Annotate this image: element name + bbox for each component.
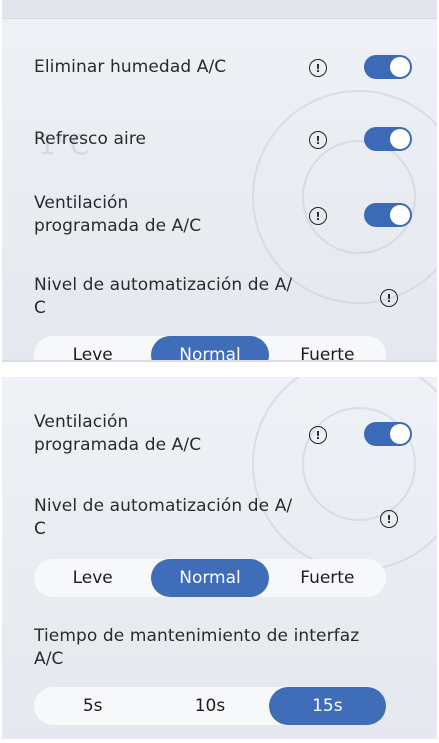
toggle-knob	[390, 129, 410, 149]
scheduled-ventilation-label: Ventilación programada de A/C	[34, 192, 201, 238]
automation-level-label-line2: C	[34, 298, 46, 318]
hold-time-option-10s[interactable]: 10s	[151, 687, 268, 725]
dehumidify-info-icon[interactable]: !	[309, 59, 327, 77]
background-wheel-hub	[302, 140, 416, 254]
background-steering-wheel	[252, 90, 437, 304]
air-refresh-info-icon[interactable]: !	[309, 131, 327, 149]
automation-level-label: Nivel de automatización de A/ C	[34, 274, 292, 320]
air-refresh-toggle[interactable]	[364, 127, 412, 151]
air-refresh-label: Refresco aire	[34, 129, 147, 149]
hold-time-option-5s[interactable]: 5s	[34, 687, 151, 725]
automation-level-label-line2: C	[34, 519, 46, 539]
settings-panel-top: 1°C Eliminar humedad A/C ! Refresco aire…	[2, 0, 437, 362]
background-steering-wheel	[252, 377, 437, 571]
panel-top-edge	[2, 0, 437, 19]
toggle-knob	[390, 424, 410, 444]
toggle-knob	[390, 57, 410, 77]
dehumidify-label: Eliminar humedad A/C	[34, 57, 227, 77]
automation-option-normal[interactable]: Normal	[151, 336, 269, 360]
scheduled-ventilation-label-line2: programada de A/C	[34, 216, 202, 236]
scheduled-ventilation-label-line2: programada de A/C	[34, 435, 202, 455]
scheduled-ventilation-info-icon[interactable]: !	[309, 207, 327, 225]
automation-level-info-icon[interactable]: !	[380, 289, 398, 307]
scheduled-ventilation-toggle[interactable]	[364, 422, 412, 446]
hold-time-label-line1: Tiempo de mantenimiento de interfaz	[34, 626, 360, 646]
automation-level-info-icon[interactable]: !	[380, 510, 398, 528]
dehumidify-toggle[interactable]	[364, 55, 412, 79]
scheduled-ventilation-toggle[interactable]	[364, 203, 412, 227]
hold-time-label-line2: A/C	[34, 649, 64, 669]
automation-level-label-line1: Nivel de automatización de A/	[34, 275, 293, 295]
scheduled-ventilation-label-line1: Ventilación	[34, 412, 129, 432]
scheduled-ventilation-info-icon[interactable]: !	[309, 426, 327, 444]
automation-level-selector: Leve Normal Fuerte	[34, 559, 386, 597]
automation-level-selector: Leve Normal Fuerte	[34, 336, 386, 360]
hold-time-label: Tiempo de mantenimiento de interfaz A/C	[34, 625, 359, 671]
hold-time-option-15s[interactable]: 15s	[268, 687, 386, 725]
automation-option-leve[interactable]: Leve	[34, 336, 151, 360]
automation-option-fuerte[interactable]: Fuerte	[269, 336, 386, 360]
automation-level-label-line1: Nivel de automatización de A/	[34, 496, 293, 516]
settings-panel-bottom: Ventilación programada de A/C ! Nivel de…	[2, 377, 437, 739]
automation-option-normal[interactable]: Normal	[151, 559, 269, 597]
toggle-knob	[390, 205, 410, 225]
automation-level-label: Nivel de automatización de A/ C	[34, 495, 292, 541]
scheduled-ventilation-label-line1: Ventilación	[34, 193, 129, 213]
automation-option-leve[interactable]: Leve	[34, 559, 151, 597]
hold-time-selector: 5s 10s 15s	[34, 687, 386, 725]
automation-option-fuerte[interactable]: Fuerte	[269, 559, 386, 597]
scheduled-ventilation-label: Ventilación programada de A/C	[34, 411, 201, 457]
